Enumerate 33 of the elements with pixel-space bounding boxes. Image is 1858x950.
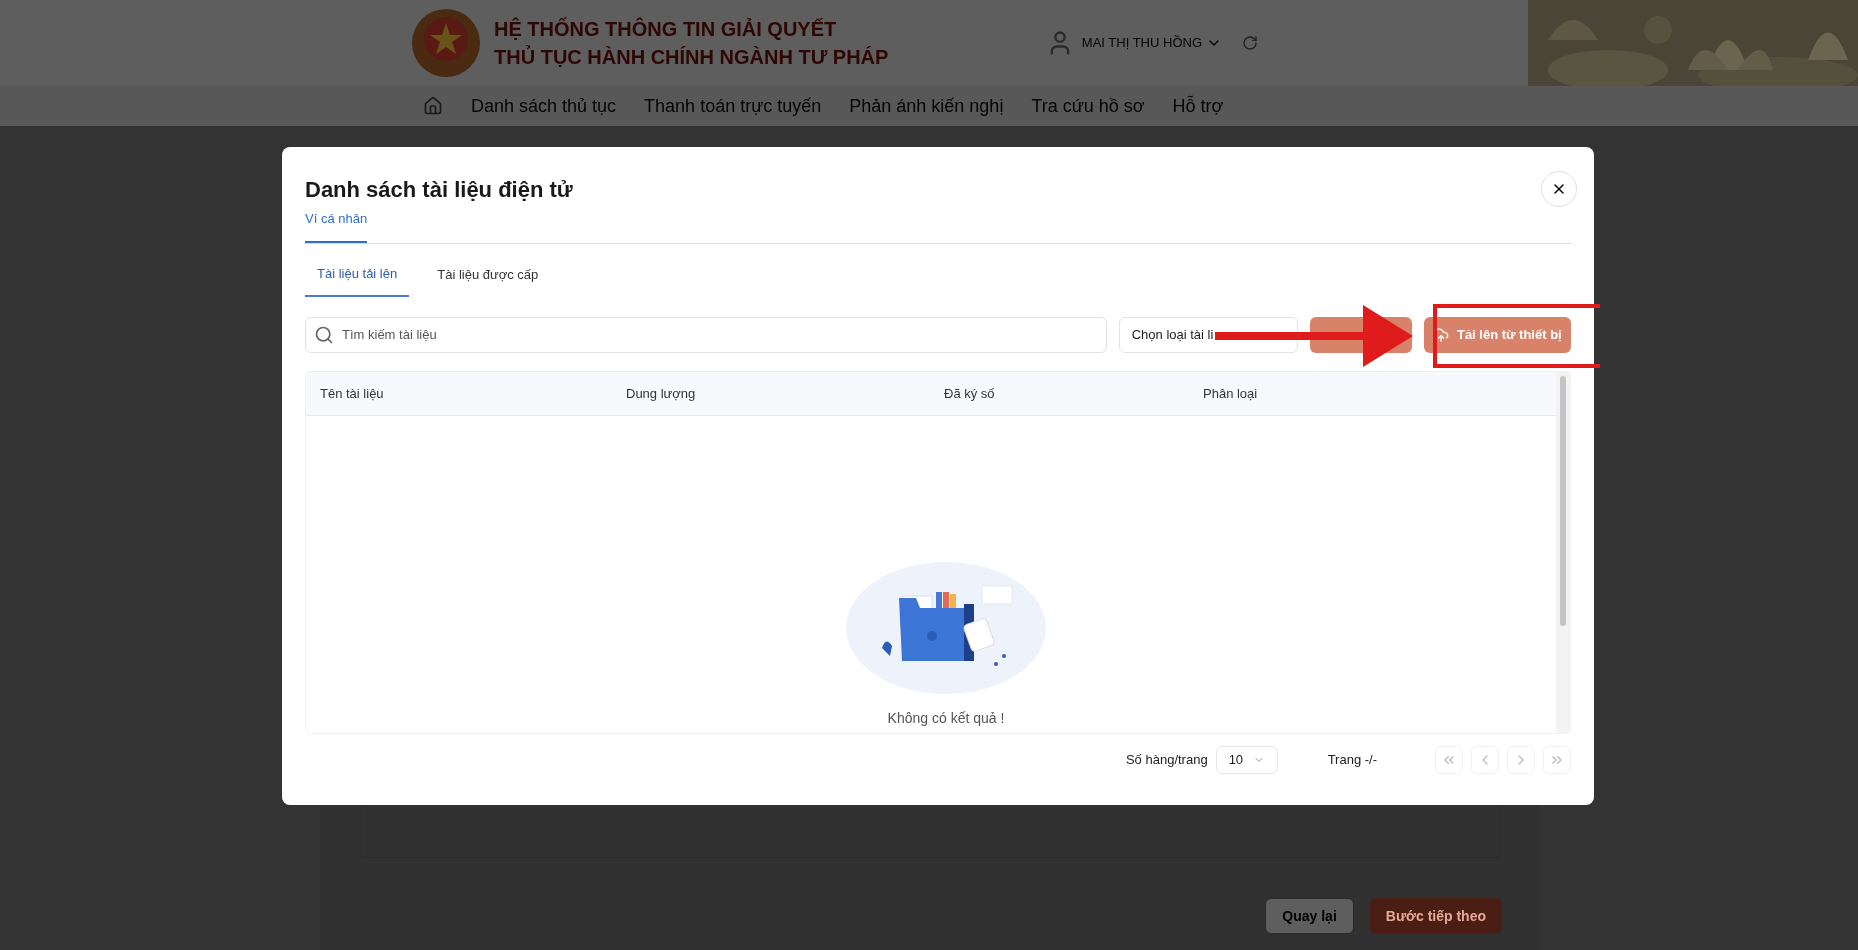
nav-link[interactable]: Danh sách thủ tục [471,92,617,120]
search-field[interactable]: Tìm kiếm tài liệu [342,325,1098,345]
system-title: HỆ THỐNG THÔNG TIN GIẢI QUYẾT [494,16,838,42]
last-page-icon[interactable] [1543,746,1571,774]
previous-page-icon[interactable] [1471,746,1499,774]
next-step-button[interactable]: Bước tiếp theo [1369,898,1502,934]
nav-link[interactable]: Thanh toán trực tuyến [644,92,822,120]
column-header: Tên tài liệu [319,384,385,403]
nav-link[interactable]: Phản ánh kiến nghị [849,92,1004,120]
column-header: Đã ký số [943,384,996,403]
back-button[interactable]: Quay lại [1265,898,1354,934]
user-menu[interactable]: MAI THỊ THU HỒNG [1081,33,1222,53]
sub-tab[interactable]: Tài liệu tải lên [305,263,410,297]
page-indicator: Trang -/- [1327,751,1377,770]
empty-message: Không có kết quả ! [887,709,1005,728]
rows-per-page-label: Số hàng/trang [1125,751,1208,770]
system-title: THỦ TỤC HÀNH CHÍNH NGÀNH TƯ PHÁP [494,44,889,70]
column-header: Dung lượng [625,384,697,403]
sub-tab[interactable]: Tài liệu được cấp [417,263,559,297]
dialog-title: Danh sách tài liệu điện tử [305,175,573,204]
search-box[interactable]: Tìm kiếm tài liệu [305,317,1107,353]
search-icon [314,325,334,345]
tab[interactable]: Ví cá nhân [305,209,368,243]
rows-per-page-select[interactable]: 10 [1215,746,1278,774]
next-page-icon[interactable] [1507,746,1535,774]
refresh-icon[interactable] [1242,35,1258,51]
first-page-icon[interactable] [1435,746,1463,774]
nav-link[interactable]: Hỗ trợ [1172,92,1224,120]
upload-button[interactable]: Tải lên từ thiết bị [1423,317,1571,353]
nav-link[interactable]: Tra cứu hồ sơ [1031,92,1145,120]
home-icon[interactable] [423,96,443,116]
column-header: Phân loại [1202,384,1258,403]
emblem-icon [410,7,482,79]
